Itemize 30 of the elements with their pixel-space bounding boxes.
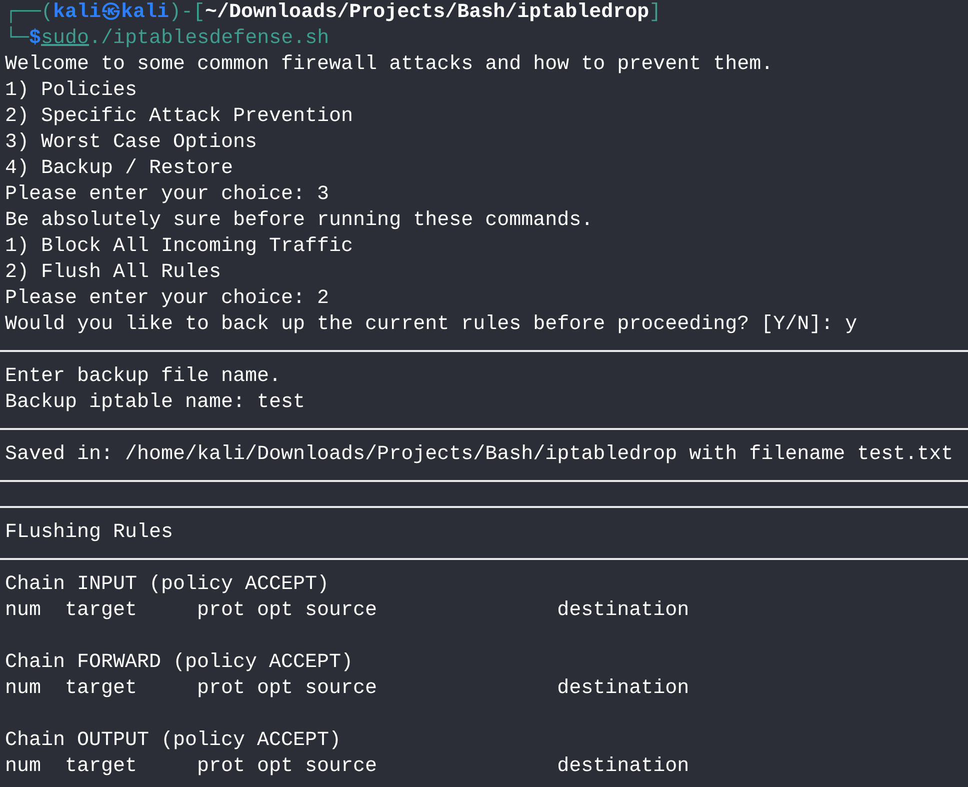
prompt-symbol: $ bbox=[29, 27, 42, 50]
output-line: num target prot opt source destination bbox=[5, 755, 690, 778]
output-line: Please enter your choice: 2 bbox=[5, 287, 330, 310]
output-line: Chain INPUT (policy ACCEPT) bbox=[5, 573, 330, 596]
output-line: num target prot opt source destination bbox=[5, 599, 690, 622]
output-line: 2) Specific Attack Prevention bbox=[5, 105, 354, 128]
command-args: ./iptablesdefense.sh bbox=[89, 27, 330, 50]
output-line: 4) Backup / Restore bbox=[5, 157, 234, 180]
output-line: Chain OUTPUT (policy ACCEPT) bbox=[5, 729, 342, 752]
output-line: 2) Flush All Rules bbox=[5, 261, 222, 284]
output-line: Be absolutely sure before running these commands. bbox=[5, 209, 594, 232]
output-line: Welcome to some common firewall attacks and how to prevent them. bbox=[5, 53, 774, 76]
prompt-user: kali㉿kali bbox=[53, 1, 170, 24]
output-line: Would you like to back up the current rules before proceeding? [Y/N]: y bbox=[5, 313, 858, 336]
output-line: 1) Block All Incoming Traffic bbox=[5, 235, 354, 258]
output-line: num target prot opt source destination bbox=[5, 677, 690, 700]
output-line: Please enter your choice: 3 bbox=[5, 183, 330, 206]
command-text: sudo bbox=[41, 27, 90, 50]
output-line: 3) Worst Case Options bbox=[5, 131, 258, 154]
output-line: Enter backup file name. bbox=[5, 365, 282, 388]
prompt-path: ~/Downloads/Projects/Bash/iptabledrop bbox=[205, 1, 650, 24]
prompt-bracket: ┌──( bbox=[5, 1, 54, 24]
output-line: 1) Policies bbox=[5, 79, 138, 102]
prompt-bracket: )-[ bbox=[169, 1, 206, 24]
output-line: Chain FORWARD (policy ACCEPT) bbox=[5, 651, 354, 674]
output-line: Backup iptable name: test bbox=[5, 391, 306, 414]
output-line: FLushing Rules bbox=[5, 521, 174, 544]
output-line: Saved in: /home/kali/Downloads/Projects/Bash/iptabledrop with filename test.txt bbox=[5, 443, 954, 466]
prompt-bracket: └─ bbox=[5, 27, 30, 50]
prompt-bracket: ] bbox=[649, 1, 662, 24]
